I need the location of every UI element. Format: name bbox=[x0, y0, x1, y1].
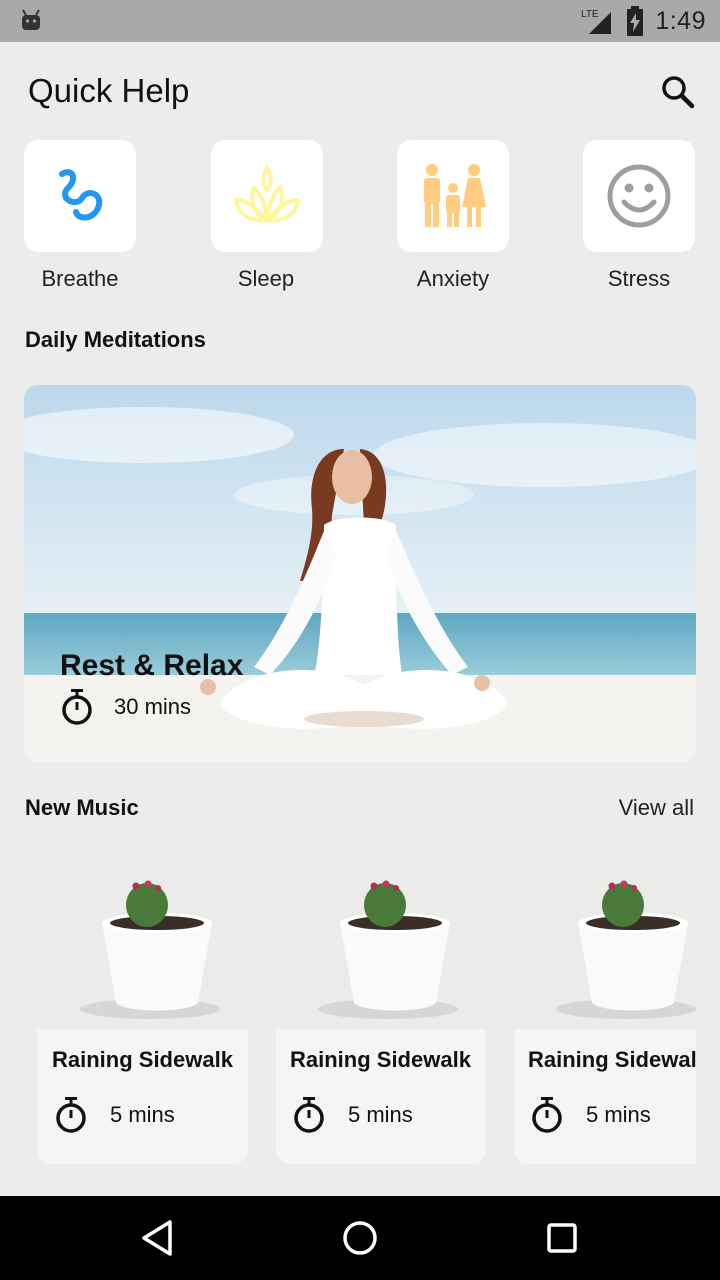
music-card[interactable]: Raining Sidewalk 5 mins bbox=[38, 853, 248, 1164]
music-card[interactable]: Raining Sidewalk 5 mins bbox=[514, 853, 696, 1164]
quick-help-breathe[interactable] bbox=[24, 140, 136, 252]
page-title: Quick Help bbox=[28, 72, 190, 109]
music-duration: 5 mins bbox=[530, 1097, 651, 1133]
music-duration-text: 5 mins bbox=[348, 1102, 413, 1127]
new-music-heading: New Music bbox=[25, 795, 139, 820]
breathe-icon bbox=[59, 169, 103, 221]
battery-charging-icon bbox=[627, 6, 644, 36]
cactus-photo bbox=[38, 853, 248, 1029]
nav-back-button[interactable] bbox=[134, 1214, 182, 1262]
status-time: 1:49 bbox=[655, 6, 706, 35]
cactus-photo bbox=[514, 853, 696, 1029]
music-carousel[interactable]: Raining Sidewalk 5 mins Raining Sidewalk bbox=[0, 853, 696, 1165]
family-icon bbox=[424, 164, 486, 227]
music-title: Raining Sidewalk bbox=[52, 1047, 233, 1072]
search-button[interactable] bbox=[658, 72, 698, 112]
back-icon bbox=[142, 1220, 172, 1256]
svg-text:LTE: LTE bbox=[581, 9, 599, 20]
timer-icon bbox=[56, 1097, 86, 1133]
quick-help-label-anxiety: Anxiety bbox=[416, 266, 490, 291]
featured-meditation-duration-text: 30 mins bbox=[114, 694, 192, 719]
music-duration-text: 5 mins bbox=[586, 1102, 651, 1127]
music-duration: 5 mins bbox=[54, 1097, 175, 1133]
quick-help-label-stress: Stress bbox=[607, 266, 671, 291]
music-duration: 5 mins bbox=[292, 1097, 413, 1133]
cactus-photo bbox=[276, 853, 486, 1029]
quick-help-label-breathe: Breathe bbox=[41, 266, 119, 291]
daily-meditations-heading: Daily Meditations bbox=[25, 327, 206, 352]
music-duration-text: 5 mins bbox=[110, 1102, 175, 1127]
featured-meditation-duration: 30 mins bbox=[60, 689, 191, 725]
system-nav-bar bbox=[0, 1196, 720, 1280]
music-title: Raining Sidewalk bbox=[290, 1047, 471, 1072]
recents-icon bbox=[547, 1223, 577, 1253]
lotus-icon bbox=[233, 164, 301, 224]
featured-meditation-title: Rest & Relax bbox=[60, 649, 244, 682]
quick-help-label-sleep: Sleep bbox=[237, 266, 295, 291]
home-icon bbox=[343, 1221, 377, 1255]
smiley-icon bbox=[607, 164, 671, 228]
quick-help-sleep[interactable] bbox=[211, 140, 323, 252]
nav-home-button[interactable] bbox=[336, 1214, 384, 1262]
android-icon bbox=[22, 9, 40, 30]
lte-signal-icon: LTE bbox=[581, 9, 612, 34]
view-all-link[interactable]: View all bbox=[619, 795, 694, 821]
status-bar: LTE 1:49 bbox=[0, 0, 720, 42]
music-card[interactable]: Raining Sidewalk 5 mins bbox=[276, 853, 486, 1164]
featured-meditation-card[interactable]: Rest & Relax 30 mins bbox=[24, 385, 696, 762]
timer-icon bbox=[62, 689, 92, 725]
timer-icon bbox=[532, 1097, 562, 1133]
music-title: Raining Sidewalk bbox=[528, 1047, 696, 1072]
search-icon bbox=[662, 76, 695, 109]
quick-help-anxiety[interactable] bbox=[397, 140, 509, 252]
timer-icon bbox=[294, 1097, 324, 1133]
nav-recents-button[interactable] bbox=[538, 1214, 586, 1262]
quick-help-stress[interactable] bbox=[583, 140, 695, 252]
